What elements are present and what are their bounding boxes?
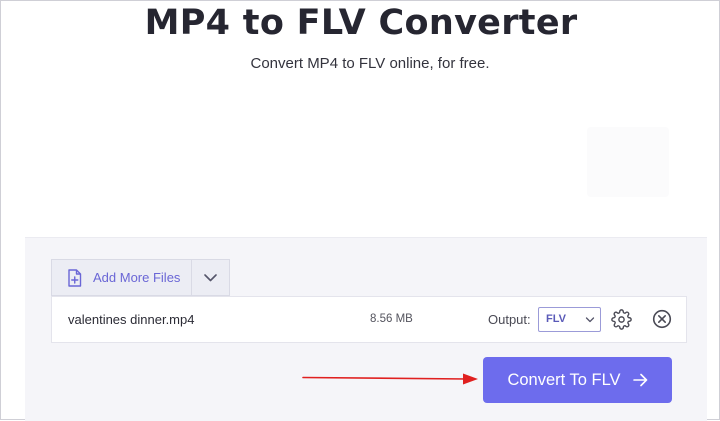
close-circle-icon[interactable]: [652, 309, 672, 329]
convert-button-label: Convert To FLV: [507, 370, 621, 389]
add-files-dropdown-button[interactable]: [191, 259, 230, 296]
page-subtitle: Convert MP4 to FLV online, for free.: [250, 55, 490, 72]
add-more-files-button[interactable]: Add More Files: [51, 259, 191, 296]
chevron-down-icon: [585, 317, 595, 323]
file-name: valentines dinner.mp4: [68, 312, 195, 327]
gear-icon[interactable]: [611, 309, 632, 330]
add-more-files-label: Add More Files: [93, 270, 181, 285]
annotation-arrow: [302, 373, 478, 385]
convert-button[interactable]: Convert To FLV: [483, 357, 672, 403]
chevron-down-icon: [204, 273, 217, 281]
file-plus-icon: [68, 268, 82, 287]
page: MP4 to FLV Converter Convert MP4 to FLV …: [0, 0, 720, 421]
output-format-select[interactable]: FLV: [538, 307, 601, 332]
page-title: MP4 to FLV Converter: [144, 3, 578, 43]
file-size: 8.56 MB: [370, 313, 413, 325]
arrow-right-icon: [632, 373, 647, 387]
placeholder-box: [587, 127, 669, 197]
file-row: valentines dinner.mp4 8.56 MB Output: FL…: [51, 296, 687, 343]
output-label: Output:: [488, 312, 531, 327]
output-format-value: FLV: [546, 313, 566, 325]
